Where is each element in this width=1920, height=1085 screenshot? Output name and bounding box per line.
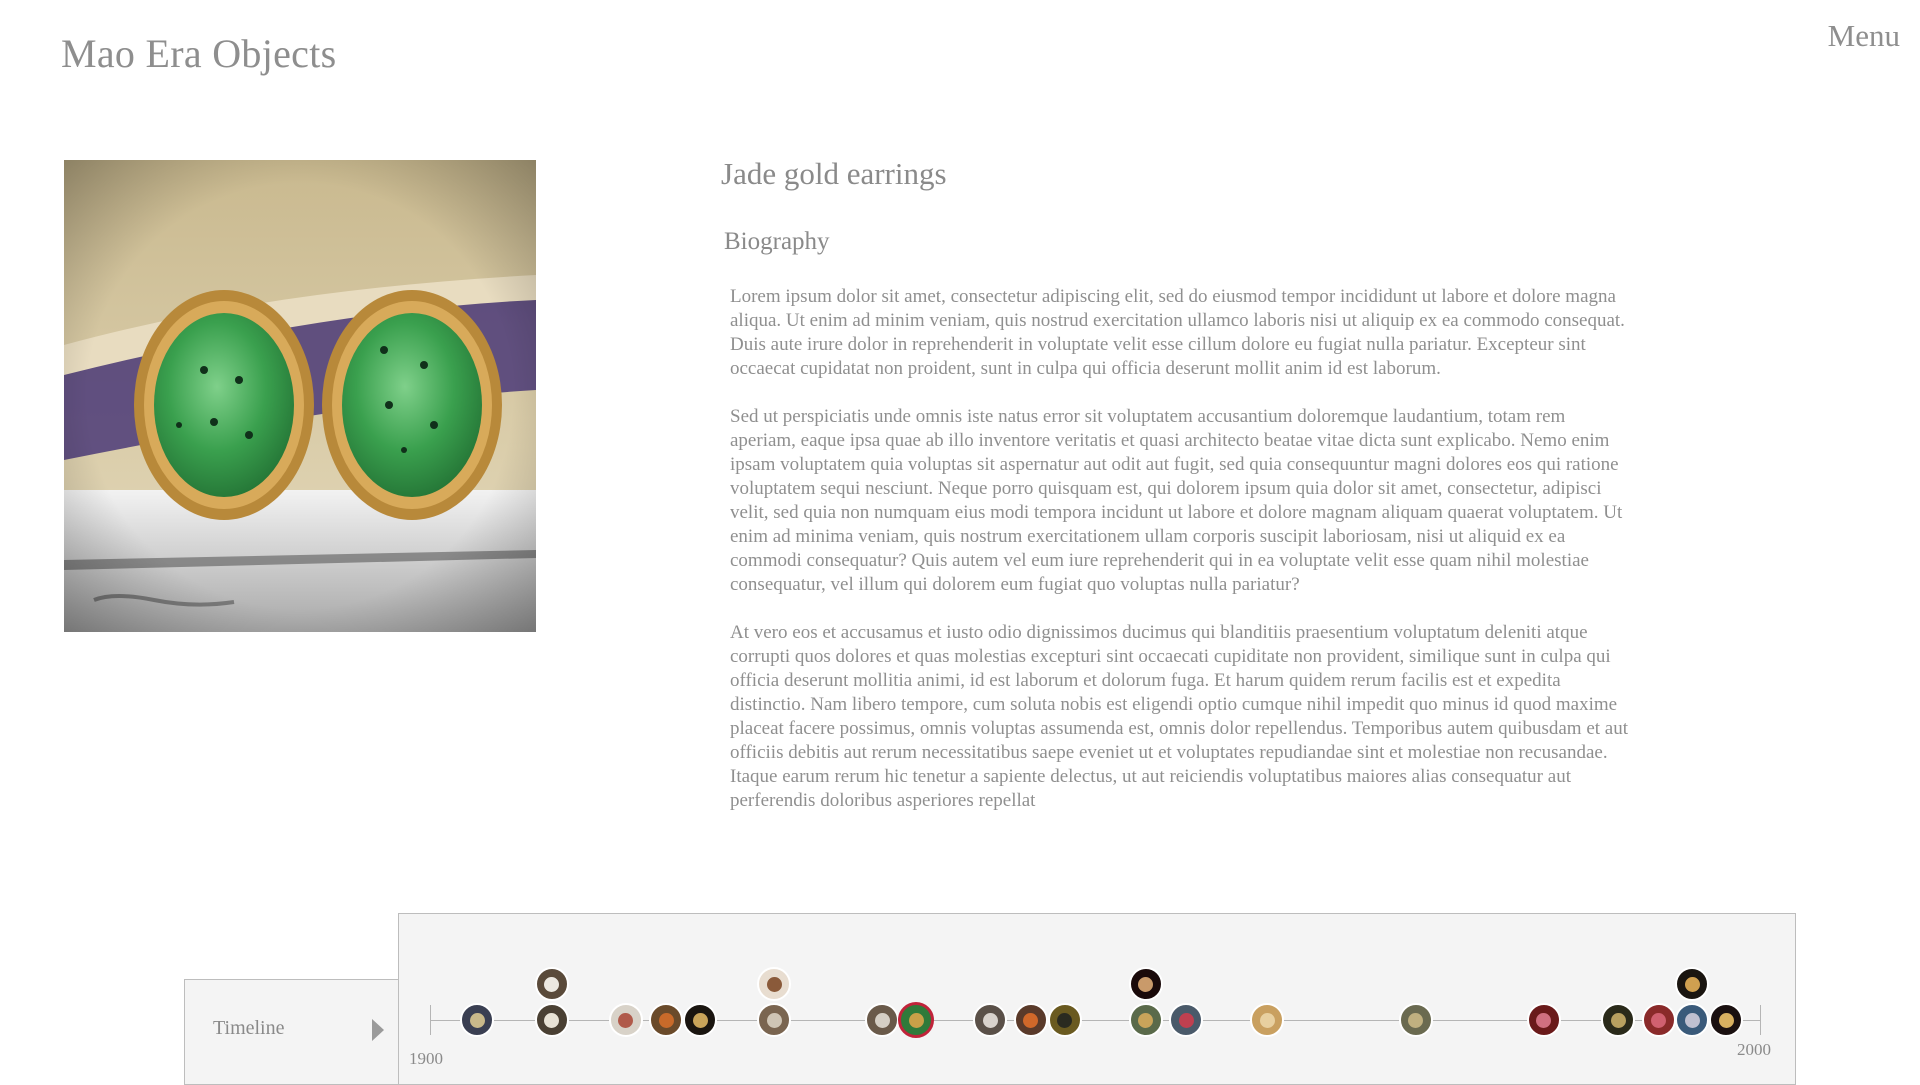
timeline-panel: 1900 2000 xyxy=(398,913,1796,1085)
biography-paragraph: Lorem ipsum dolor sit amet, consectetur … xyxy=(730,286,1625,379)
timeline-thumbnail[interactable] xyxy=(1128,967,1163,1001)
timeline-thumbnail[interactable] xyxy=(1601,1003,1636,1037)
timeline-thumbnail[interactable] xyxy=(683,1003,718,1037)
thumbnail-image xyxy=(618,1012,634,1028)
thumbnail-image xyxy=(692,1012,708,1028)
thumbnail-image xyxy=(1023,1012,1039,1028)
timeline-thumbnail[interactable] xyxy=(1398,1003,1433,1037)
menu-button[interactable]: Menu xyxy=(1828,18,1900,54)
thumbnail-image xyxy=(1610,1012,1626,1028)
timeline-thumbnail[interactable] xyxy=(534,967,569,1001)
thumbnail-image xyxy=(982,1012,998,1028)
thumbnail-image xyxy=(544,976,560,992)
jade-earrings-photo xyxy=(64,160,536,632)
timeline-thumbnail[interactable] xyxy=(1128,1003,1163,1037)
timeline-thumbnail[interactable] xyxy=(865,1003,900,1037)
timeline-tab-label: Timeline xyxy=(213,1017,285,1039)
thumbnail-image xyxy=(1651,1012,1667,1028)
thumbnail-image xyxy=(1057,1012,1073,1028)
timeline-thumbnail[interactable] xyxy=(1641,1003,1676,1037)
timeline-thumbnail[interactable] xyxy=(1169,1003,1204,1037)
play-arrow-icon[interactable] xyxy=(372,1019,384,1041)
timeline-start-tick xyxy=(430,1005,431,1035)
timeline-thumbnail[interactable] xyxy=(1526,1003,1561,1037)
thumbnail-image xyxy=(1536,1012,1552,1028)
thumbnail-image xyxy=(469,1012,485,1028)
timeline-thumbnail[interactable] xyxy=(757,1003,792,1037)
timeline-thumbnail[interactable] xyxy=(460,1003,495,1037)
thumbnail-image xyxy=(1259,1012,1275,1028)
timeline-thumbnail[interactable] xyxy=(1250,1003,1285,1037)
thumbnail-image xyxy=(1684,976,1700,992)
timeline-end-tick xyxy=(1760,1005,1761,1035)
timeline-toggle[interactable]: Timeline xyxy=(184,979,399,1085)
thumbnail-image xyxy=(658,1012,674,1028)
biography-paragraph: Sed ut perspiciatis unde omnis iste natu… xyxy=(730,406,1623,595)
timeline-thumbnail[interactable] xyxy=(534,1003,569,1037)
timeline-thumbnail[interactable] xyxy=(1047,1003,1082,1037)
biography-text: Lorem ipsum dolor sit amet, consectetur … xyxy=(730,285,1635,837)
thumbnail-image xyxy=(1684,1012,1700,1028)
biography-heading: Biography xyxy=(724,228,830,255)
thumbnail-image xyxy=(766,1012,782,1028)
thumbnail-image xyxy=(1178,1012,1194,1028)
timeline-end-year: 2000 xyxy=(1737,1040,1771,1059)
thumbnail-image xyxy=(544,1012,560,1028)
timeline-thumbnail[interactable] xyxy=(1675,967,1710,1001)
object-title: Jade gold earrings xyxy=(721,156,947,191)
timeline-thumbnail[interactable] xyxy=(649,1003,684,1037)
timeline-start-year: 1900 xyxy=(409,1049,443,1068)
biography-paragraph: At vero eos et accusamus et iusto odio d… xyxy=(730,622,1628,811)
thumbnail-image xyxy=(1408,1012,1424,1028)
timeline-thumbnail[interactable] xyxy=(608,1003,643,1037)
timeline-thumbnail-selected[interactable] xyxy=(898,1002,935,1038)
thumbnail-image xyxy=(874,1012,890,1028)
thumbnail-image xyxy=(908,1012,924,1028)
timeline-thumbnail[interactable] xyxy=(757,967,792,1001)
thumbnail-image xyxy=(1718,1012,1734,1028)
thumbnail-image xyxy=(1138,976,1154,992)
timeline-thumbnail[interactable] xyxy=(1709,1003,1744,1037)
timeline-thumbnail[interactable] xyxy=(1675,1003,1710,1037)
thumbnail-image xyxy=(1138,1012,1154,1028)
thumbnail-image xyxy=(766,976,782,992)
timeline-thumbnail[interactable] xyxy=(973,1003,1008,1037)
site-title[interactable]: Mao Era Objects xyxy=(61,30,337,77)
object-image xyxy=(64,160,536,632)
timeline-thumbnail[interactable] xyxy=(1013,1003,1048,1037)
